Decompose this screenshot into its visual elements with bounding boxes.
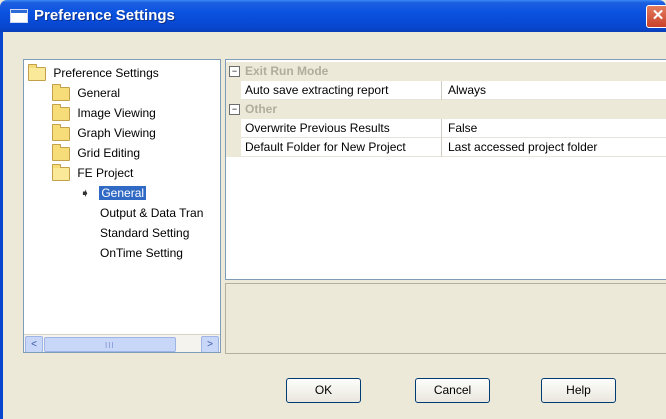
collapse-icon[interactable]: − (229, 66, 240, 77)
category-exit-run-mode[interactable]: − Exit Run Mode (226, 62, 666, 81)
window-icon (10, 9, 28, 23)
close-button[interactable]: ✕ (646, 5, 666, 28)
tree-item-label: FE Project (77, 166, 134, 180)
folder-icon (52, 83, 70, 101)
scroll-grip-icon: III (105, 341, 115, 350)
scroll-right-button[interactable]: > (201, 336, 219, 352)
property-name: Default Folder for New Project (245, 138, 442, 157)
folder-icon (52, 123, 70, 141)
scroll-left-button[interactable]: < (25, 336, 43, 352)
tree-item-preference-settings[interactable]: Preference Settings (28, 63, 159, 83)
property-row-overwrite[interactable]: Overwrite Previous Results False (226, 119, 666, 138)
tree-item-ontime-setting[interactable]: OnTime Setting (100, 244, 183, 263)
tree-item-output-data-tran[interactable]: Output & Data Tran (100, 204, 203, 223)
cancel-button[interactable]: Cancel (415, 378, 490, 403)
tree-item-image-viewing[interactable]: Image Viewing (52, 103, 156, 123)
tree-item-label: Output & Data Tran (100, 206, 204, 220)
settings-tree[interactable]: Preference Settings General Image Viewin… (23, 59, 221, 353)
ok-button[interactable]: OK (286, 378, 361, 403)
tree-item-general[interactable]: General (52, 83, 121, 103)
property-grid[interactable]: − Exit Run Mode Auto save extracting rep… (225, 59, 666, 280)
tree-item-grid-editing[interactable]: Grid Editing (52, 143, 141, 163)
window-frame-left (0, 32, 3, 419)
row-gutter (226, 138, 241, 157)
folder-open-icon (28, 63, 46, 81)
folder-open-icon (52, 163, 70, 181)
tree-item-label: General (77, 86, 121, 100)
folder-icon (52, 143, 70, 161)
tree-item-label: Preference Settings (53, 66, 159, 80)
window-title: Preference Settings (34, 7, 175, 24)
property-value[interactable]: False (448, 119, 477, 138)
scroll-thumb[interactable]: III (44, 337, 176, 352)
property-value[interactable]: Always (448, 81, 486, 100)
category-label: Exit Run Mode (245, 64, 329, 78)
help-button[interactable]: Help (541, 378, 616, 403)
tree-item-label: Standard Setting (100, 226, 190, 240)
tree-item-standard-setting[interactable]: Standard Setting (100, 224, 189, 243)
property-row-default-folder[interactable]: Default Folder for New Project Last acce… (226, 138, 666, 157)
property-row-auto-save[interactable]: Auto save extracting report Always (226, 81, 666, 100)
tree-item-label: Image Viewing (77, 106, 156, 120)
description-panel (225, 283, 666, 354)
tree-item-fe-general[interactable]: ➧ General (80, 184, 147, 203)
tree-item-fe-project[interactable]: FE Project (52, 163, 134, 183)
tree-item-label: OnTime Setting (100, 246, 183, 260)
tree-item-label: General (99, 186, 147, 200)
property-value[interactable]: Last accessed project folder (448, 138, 597, 157)
category-label: Other (245, 102, 278, 116)
row-gutter (226, 81, 241, 100)
property-name: Auto save extracting report (245, 81, 442, 100)
tree-item-label: Grid Editing (77, 146, 141, 160)
tree-item-graph-viewing[interactable]: Graph Viewing (52, 123, 156, 143)
title-bar[interactable]: Preference Settings ✕ (0, 0, 666, 32)
property-name: Overwrite Previous Results (245, 119, 442, 138)
folder-icon (52, 103, 70, 121)
category-other[interactable]: − Other (226, 100, 666, 119)
arrow-right-icon: ➧ (80, 186, 91, 201)
tree-item-label: Graph Viewing (77, 126, 156, 140)
collapse-icon[interactable]: − (229, 104, 240, 115)
row-gutter (226, 119, 241, 138)
horizontal-scrollbar[interactable]: < III > (24, 334, 220, 352)
